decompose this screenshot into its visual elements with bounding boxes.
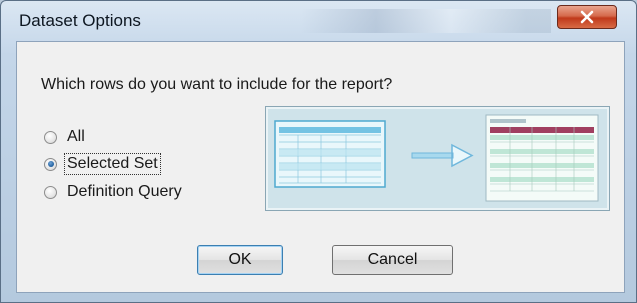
- result-table-image: [485, 114, 599, 202]
- illustration-graphic: [274, 114, 599, 202]
- option-definition-query[interactable]: Definition Query: [44, 182, 184, 202]
- cancel-button[interactable]: Cancel: [332, 245, 453, 275]
- option-all-label: All: [67, 128, 85, 145]
- question-label: Which rows do you want to include for th…: [41, 76, 393, 93]
- ok-button[interactable]: OK: [197, 245, 283, 275]
- option-selected-set-label: Selected Set: [64, 153, 161, 175]
- title-bar-background: [301, 9, 551, 33]
- option-all[interactable]: All: [44, 127, 87, 147]
- radio-definition-query[interactable]: [44, 185, 57, 199]
- window-title: Dataset Options: [19, 11, 141, 30]
- arrow-right-icon: [411, 143, 474, 168]
- option-selected-set[interactable]: Selected Set: [44, 153, 161, 175]
- dataset-options-window: Dataset Options Which rows do you want t…: [0, 0, 637, 303]
- option-definition-query-label: Definition Query: [67, 183, 182, 200]
- radio-all[interactable]: [44, 130, 57, 144]
- source-table-image: [274, 120, 386, 188]
- close-icon: [580, 10, 594, 24]
- selection-illustration: [265, 106, 610, 211]
- close-button[interactable]: [557, 5, 617, 29]
- title-bar[interactable]: Dataset Options: [1, 1, 636, 41]
- radio-selected-set[interactable]: [44, 157, 57, 171]
- dialog-body: Which rows do you want to include for th…: [16, 41, 625, 293]
